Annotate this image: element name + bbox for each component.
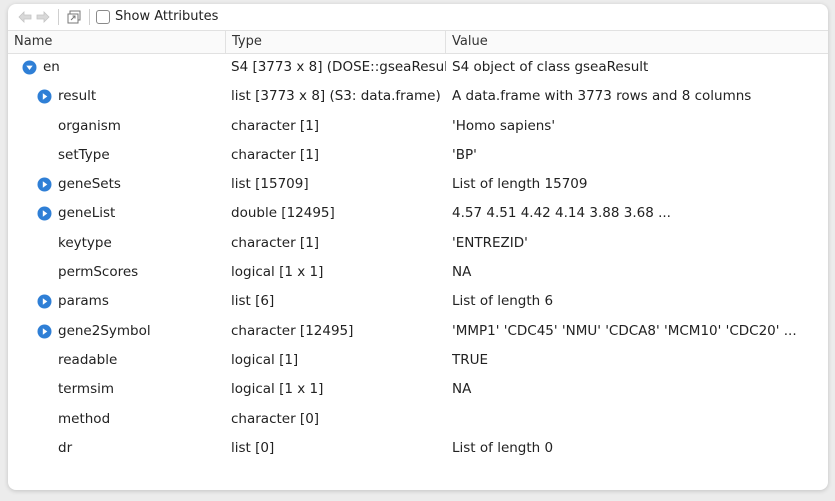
tree-row[interactable]: geneSets list [15709] List of length 15709	[8, 170, 828, 199]
row-name: organism	[58, 117, 121, 134]
row-type: logical [1 x 1]	[231, 381, 324, 398]
expand-arrow-icon[interactable]	[37, 294, 52, 309]
row-type: list [15709]	[231, 176, 309, 193]
row-value: TRUE	[452, 351, 489, 368]
row-type: logical [1]	[231, 351, 299, 368]
row-name: result	[58, 88, 97, 105]
tree-row[interactable]: termsim logical [1 x 1] NA	[8, 375, 828, 404]
expand-arrow-icon[interactable]	[37, 206, 52, 221]
row-name-cell: organism	[8, 112, 226, 141]
row-name: en	[43, 59, 60, 75]
row-type: character [1]	[231, 117, 320, 134]
forward-button[interactable]	[34, 7, 52, 27]
row-type: double [12495]	[231, 205, 335, 222]
row-value: NA	[452, 264, 472, 281]
tree-row[interactable]: method character [0]	[8, 405, 828, 434]
tree-row[interactable]: organism character [1] 'Homo sapiens'	[8, 112, 828, 141]
tree-row[interactable]: geneList double [12495] 4.57 4.51 4.42 4.1…	[8, 199, 828, 228]
row-name: setType	[58, 146, 110, 163]
popout-button[interactable]	[65, 7, 83, 27]
row-name: readable	[58, 351, 118, 368]
show-attributes-label: Show Attributes	[115, 9, 219, 24]
row-name-cell: readable	[8, 346, 226, 375]
tree-row[interactable]: result list [3773 x 8] (S3: data.frame) A …	[8, 82, 828, 111]
row-type: list [6]	[231, 293, 275, 310]
row-type: list [3773 x 8] (S3: data.frame)	[231, 88, 441, 105]
row-name-cell: gene2Symbol	[8, 317, 226, 346]
expand-arrow-icon[interactable]	[37, 89, 52, 104]
row-type: character [1]	[231, 234, 320, 251]
row-value: 'Homo sapiens'	[452, 117, 556, 134]
collapse-arrow-icon[interactable]	[22, 60, 37, 75]
row-name: dr	[58, 439, 73, 456]
tree-row[interactable]: params list [6] List of length 6	[8, 287, 828, 316]
row-name: params	[58, 293, 109, 310]
row-name: termsim	[58, 381, 114, 398]
row-name-cell: result	[8, 82, 226, 111]
row-name-cell: method	[8, 405, 226, 434]
row-type: character [1]	[231, 146, 320, 163]
tree-row[interactable]: dr list [0] List of length 0	[8, 434, 828, 463]
object-tree: en S4 [3773 x 8] (DOSE::gseaResult) S4 obj…	[8, 53, 828, 463]
row-name-cell: dr	[8, 434, 226, 463]
row-value: List of length 6	[452, 293, 554, 310]
row-name-cell: geneSets	[8, 170, 226, 199]
row-type: S4 [3773 x 8] (DOSE::gseaResult)	[231, 59, 446, 75]
row-value: 'BP'	[452, 146, 477, 163]
toolbar-separator	[89, 8, 90, 25]
row-name-cell: termsim	[8, 375, 226, 404]
tree-row[interactable]: readable logical [1] TRUE	[8, 346, 828, 375]
toolbar: Show Attributes	[8, 4, 828, 29]
tree-row[interactable]: gene2Symbol character [12495] 'MMP1' 'CDC4…	[8, 317, 828, 346]
row-value: S4 object of class gseaResult	[452, 59, 649, 75]
row-type: character [12495]	[231, 322, 354, 339]
arrow-left-icon	[18, 10, 32, 23]
row-value: List of length 15709	[452, 176, 588, 193]
object-explorer-panel: Show Attributes Name Type Value en S4 [37…	[8, 4, 828, 490]
row-value: A data.frame with 3773 rows and 8 column…	[452, 88, 752, 105]
expand-arrow-icon[interactable]	[37, 177, 52, 192]
column-header-value[interactable]: Value	[446, 31, 828, 53]
row-name: method	[58, 410, 111, 427]
row-name: permScores	[58, 264, 139, 281]
column-header-row: Name Type Value	[8, 30, 828, 54]
row-name-cell: geneList	[8, 199, 226, 228]
show-attributes-checkbox[interactable]	[96, 9, 110, 24]
row-name-cell: en	[8, 53, 226, 82]
column-header-type[interactable]: Type	[226, 31, 446, 53]
expand-arrow-icon[interactable]	[37, 324, 52, 339]
arrow-right-icon	[36, 10, 50, 23]
row-name: geneList	[58, 205, 116, 222]
column-header-name[interactable]: Name	[8, 31, 226, 53]
row-type: character [0]	[231, 410, 320, 427]
show-attributes-toggle[interactable]: Show Attributes	[96, 9, 218, 24]
row-value: 4.57 4.51 4.42 4.14 3.88 3.68 ...	[452, 205, 671, 222]
back-button[interactable]	[16, 7, 34, 27]
row-name: geneSets	[58, 176, 121, 193]
row-name-cell: params	[8, 287, 226, 316]
tree-row[interactable]: keytype character [1] 'ENTREZID'	[8, 229, 828, 258]
row-value: 'MMP1' 'CDC45' 'NMU' 'CDCA8' 'MCM10' 'CD…	[452, 322, 797, 339]
row-name: keytype	[58, 234, 112, 251]
row-name: gene2Symbol	[58, 322, 151, 339]
popout-window-icon	[67, 10, 81, 23]
toolbar-separator	[58, 8, 59, 25]
row-name-cell: setType	[8, 141, 226, 170]
tree-row[interactable]: en S4 [3773 x 8] (DOSE::gseaResult) S4 obj…	[8, 53, 828, 82]
row-type: logical [1 x 1]	[231, 264, 324, 281]
tree-row[interactable]: permScores logical [1 x 1] NA	[8, 258, 828, 287]
tree-row[interactable]: setType character [1] 'BP'	[8, 141, 828, 170]
row-type: list [0]	[231, 439, 275, 456]
row-value: 'ENTREZID'	[452, 234, 528, 251]
row-value: NA	[452, 381, 472, 398]
row-value: List of length 0	[452, 439, 554, 456]
row-value	[452, 405, 828, 434]
row-name-cell: keytype	[8, 229, 226, 258]
row-name-cell: permScores	[8, 258, 226, 287]
